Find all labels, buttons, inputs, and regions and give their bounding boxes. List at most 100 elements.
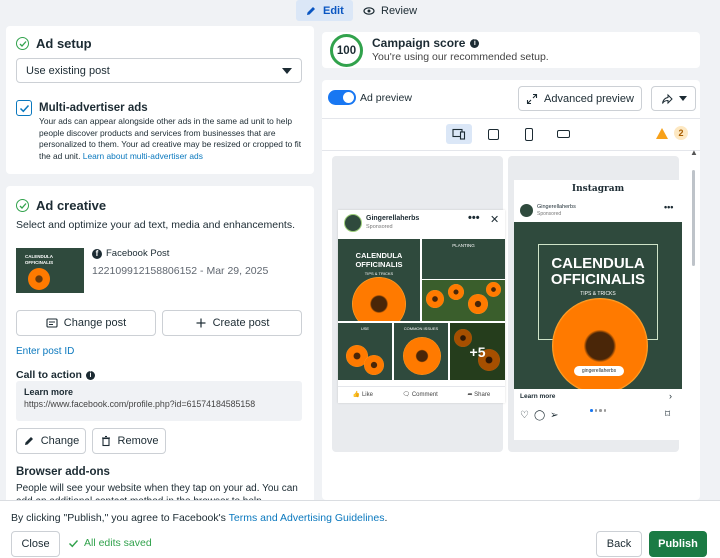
more-photos-count: +5: [450, 323, 505, 380]
ig-page-name: Gingerellaherbs: [537, 204, 576, 210]
trash-icon: [101, 435, 110, 447]
ig-ad-image: CALENDULA OFFICINALIS TIPS & TRICKS ginge…: [514, 222, 682, 389]
ig-page-avatar: [520, 204, 533, 217]
post-source-value: Use existing post: [26, 64, 110, 77]
publish-button[interactable]: Publish: [649, 531, 707, 557]
divider: [322, 118, 700, 119]
caret-down-icon: [678, 96, 687, 101]
ad-preview-toggle[interactable]: [328, 90, 356, 105]
tab-review[interactable]: Review: [354, 0, 426, 21]
expand-icon: [526, 93, 538, 104]
cta-title: Call to action: [16, 369, 82, 381]
score-title: Campaign score: [372, 36, 466, 50]
pencil-icon: [307, 6, 315, 15]
device-desktop-mobile-button[interactable]: [446, 124, 472, 144]
flower-image: [403, 337, 441, 375]
back-label: Back: [606, 538, 632, 550]
post-id: 122109912158806152 - Mar 29, 2025: [92, 265, 269, 277]
scrollbar-thumb[interactable]: [692, 170, 695, 266]
change-cta-button[interactable]: Change: [16, 428, 86, 454]
ad-creative-title: Ad creative: [36, 198, 107, 213]
ad-preview-panel: Ad preview Advanced preview 2 Gingerella…: [322, 80, 700, 500]
heart-icon[interactable]: ♡: [520, 410, 529, 421]
comment-icon[interactable]: ◯: [534, 410, 545, 421]
more-options-icon[interactable]: •••: [468, 212, 480, 224]
ad-creative-heading: Ad creative: [16, 198, 106, 213]
save-status-label: All edits saved: [84, 537, 152, 549]
ad-creative-subtext: Select and optimize your ad text, media …: [16, 219, 295, 231]
info-icon[interactable]: i: [85, 370, 95, 380]
like-button[interactable]: 👍 Like: [353, 391, 373, 398]
device-vertical-button[interactable]: [516, 124, 542, 144]
remove-cta-button[interactable]: Remove: [92, 428, 166, 454]
create-post-label: Create post: [212, 317, 270, 329]
enter-post-id-link[interactable]: Enter post ID: [16, 346, 74, 357]
back-button[interactable]: Back: [596, 531, 642, 557]
change-post-button[interactable]: Change post: [16, 310, 156, 336]
publish-agreement: By clicking "Publish," you agree to Face…: [11, 512, 388, 524]
create-post-button[interactable]: Create post: [162, 310, 302, 336]
share-button[interactable]: ➦ Share: [467, 391, 490, 398]
comment-button[interactable]: 🗨 Comment: [403, 391, 438, 398]
browser-addons-title: Browser add-ons: [16, 466, 110, 478]
flower-image: [28, 268, 50, 290]
caret-down-icon: [282, 67, 292, 74]
device-square-button[interactable]: [480, 124, 506, 144]
tile-use-label: USE: [360, 326, 370, 331]
multi-advertiser-learn-link[interactable]: Learn about multi-advertiser ads: [83, 151, 203, 161]
checkmark-icon: [19, 104, 29, 112]
tab-edit[interactable]: Edit: [296, 0, 353, 21]
post-thumbnail: CALENDULA OFFICINALIS: [16, 248, 84, 293]
more-options-icon[interactable]: •••: [664, 202, 673, 212]
ig-handle-pill: gingerellaherbs: [574, 366, 624, 376]
divider: [322, 150, 700, 151]
cta-url: https://www.facebook.com/profile.php?id=…: [24, 399, 256, 409]
scroll-up-icon[interactable]: ▲: [690, 148, 698, 157]
tile-issues-label: COMMON ISSUES: [403, 326, 439, 331]
tab-edit-label: Edit: [323, 4, 344, 17]
ad-setup-heading: Ad setup: [16, 36, 92, 51]
share-icon: [661, 93, 673, 104]
flower-image: [468, 294, 488, 314]
save-status: All edits saved: [68, 537, 152, 549]
fb-page-name: Gingerellaherbs: [366, 215, 420, 222]
warnings-indicator[interactable]: 2: [656, 126, 688, 140]
instagram-ad-preview[interactable]: Instagram Gingerellaherbs Sponsored ••• …: [514, 180, 682, 440]
multi-advertiser-description: Your ads can appear alongside other ads …: [39, 116, 302, 161]
complete-check-icon: [16, 37, 29, 50]
tile-sub: TIPS & TRICKS: [364, 271, 394, 276]
facebook-ad-preview[interactable]: Gingerellaherbs Sponsored ••• ✕ CALENDUL…: [338, 210, 505, 403]
ad-setup-title: Ad setup: [36, 36, 92, 51]
carousel-tile-use: USE: [338, 323, 392, 380]
checkmark-icon: [69, 539, 79, 547]
flower-image: [448, 284, 464, 300]
carousel-tile-more[interactable]: +5: [450, 323, 505, 380]
device-horizontal-button[interactable]: [550, 124, 576, 144]
score-ring: 100: [330, 34, 363, 67]
bottom-bar: By clicking "Publish," you agree to Face…: [0, 500, 720, 558]
chevron-right-icon[interactable]: ›: [669, 391, 672, 401]
top-tab-bar: Edit Review: [0, 0, 720, 22]
bookmark-icon[interactable]: ⌑: [665, 409, 670, 420]
carousel-tile-main: CALENDULA OFFICINALIS TIPS & TRICKS: [338, 239, 420, 321]
warning-icon: [656, 127, 668, 139]
multi-advertiser-checkbox[interactable]: [16, 100, 32, 116]
ig-learn-more[interactable]: Learn more: [520, 393, 555, 400]
carousel-tile-field: [422, 280, 505, 321]
fb-sponsored: Sponsored: [366, 224, 393, 230]
terms-link[interactable]: Terms and Advertising Guidelines: [229, 512, 385, 524]
carousel-dots: [590, 409, 606, 412]
close-icon[interactable]: ✕: [490, 213, 499, 226]
share-preview-button[interactable]: [651, 86, 696, 111]
post-source-select[interactable]: Use existing post: [16, 58, 302, 83]
preview-canvas: Gingerellaherbs Sponsored ••• ✕ CALENDUL…: [326, 152, 688, 500]
post-source: f Facebook Post: [92, 248, 169, 259]
send-icon[interactable]: ➢: [550, 410, 558, 421]
close-button[interactable]: Close: [11, 531, 60, 557]
advanced-preview-button[interactable]: Advanced preview: [518, 86, 642, 111]
info-icon[interactable]: i: [470, 38, 480, 48]
pencil-icon: [24, 437, 33, 445]
ig-image-sub: TIPS & TRICKS: [580, 291, 616, 297]
flower-image: [486, 282, 501, 297]
ad-setup-card: Ad setup Use existing post Multi-adverti…: [6, 26, 314, 174]
